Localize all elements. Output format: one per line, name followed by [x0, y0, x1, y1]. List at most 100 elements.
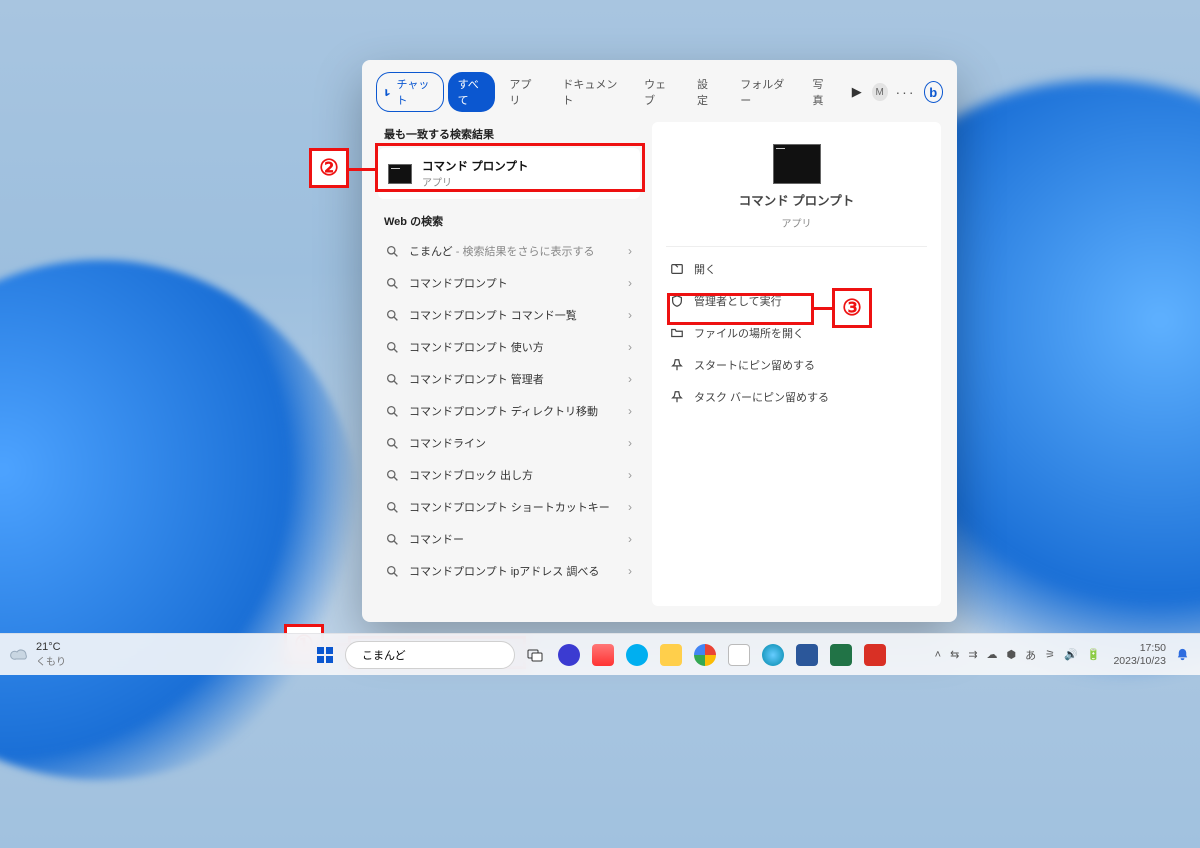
- action-run-as-admin[interactable]: 管理者として実行: [666, 287, 927, 315]
- system-tray: ˄ ⇆ ⇉ ☁ ⬢ あ ⚞ 🔊 🔋 17:50 2023/10/23: [935, 642, 1190, 666]
- tab-web[interactable]: ウェブ: [634, 72, 683, 112]
- web-result[interactable]: コマンドプロンプト›: [378, 267, 640, 299]
- web-result[interactable]: こまんど - 検索結果をさらに表示する›: [378, 235, 640, 267]
- search-icon: [386, 277, 399, 290]
- search-icon: [386, 405, 399, 418]
- action-open[interactable]: 開く: [666, 255, 927, 283]
- taskbar-search[interactable]: [345, 641, 515, 669]
- action-pin-taskbar[interactable]: タスク バーにピン留めする: [666, 383, 927, 411]
- excel-icon: [830, 644, 852, 666]
- tray-volume-icon[interactable]: 🔊: [1064, 648, 1078, 661]
- web-result[interactable]: コマンドライン›: [378, 427, 640, 459]
- taskbar-app[interactable]: [691, 641, 719, 669]
- acrobat-icon: [864, 644, 886, 666]
- command-prompt-icon: [388, 164, 412, 184]
- best-match-result[interactable]: コマンド プロンプト アプリ: [378, 148, 640, 199]
- cloud-icon: [10, 645, 30, 665]
- tray-wifi-icon[interactable]: ⚞: [1045, 648, 1055, 661]
- taskbar-app[interactable]: [589, 641, 617, 669]
- tray-chevron-up-icon[interactable]: ˄: [935, 649, 941, 661]
- search-icon: [386, 341, 399, 354]
- account-avatar[interactable]: M: [872, 83, 888, 101]
- bing-icon[interactable]: b: [924, 81, 944, 103]
- taskbar-app[interactable]: [759, 641, 787, 669]
- chevron-right-icon: ›: [628, 500, 632, 514]
- web-result[interactable]: コマンドプロンプト 管理者 ›: [378, 363, 640, 395]
- tray-onedrive-icon[interactable]: ☁: [987, 648, 998, 661]
- tray-icon[interactable]: ⇆: [950, 648, 959, 661]
- search-icon: [386, 373, 399, 386]
- taskbar-weather[interactable]: 21°C くもり: [10, 641, 66, 668]
- taskbar-app[interactable]: [861, 641, 889, 669]
- taskbar-app[interactable]: [623, 641, 651, 669]
- chevron-right-icon: ›: [628, 564, 632, 578]
- web-result[interactable]: コマンドプロンプト ディレクトリ移動›: [378, 395, 640, 427]
- tab-apps[interactable]: アプリ: [499, 72, 548, 112]
- action-open-location[interactable]: ファイルの場所を開く: [666, 319, 927, 347]
- search-icon: [386, 565, 399, 578]
- tab-documents[interactable]: ドキュメント: [552, 72, 630, 112]
- search-icon: [386, 469, 399, 482]
- tab-folders[interactable]: フォルダー: [730, 72, 798, 112]
- tray-icon[interactable]: ⇉: [968, 648, 977, 661]
- explorer-icon: [660, 644, 682, 666]
- start-button[interactable]: [311, 641, 339, 669]
- windows-icon: [316, 646, 334, 664]
- tab-photos[interactable]: 写真: [802, 72, 841, 112]
- taskbar: 21°C くもり ˄ ⇆ ⇉ ☁ ⬢ あ ⚞ 🔊 🔋 17:: [0, 633, 1200, 675]
- web-result-term: コマンドプロンプト: [409, 275, 508, 291]
- web-result-term: コマンドプロンプト ショートカットキー: [409, 499, 610, 515]
- search-icon: [386, 501, 399, 514]
- app-icon: [592, 644, 614, 666]
- web-result-term: コマンドブロック 出し方: [409, 467, 533, 483]
- tabs-overflow[interactable]: ···: [892, 84, 920, 100]
- web-result[interactable]: コマンドプロンプト 使い方›: [378, 331, 640, 363]
- taskbar-app[interactable]: [827, 641, 855, 669]
- open-icon: [670, 262, 684, 276]
- tab-settings[interactable]: 設定: [687, 72, 726, 112]
- web-result-term: コマンドプロンプト 管理者: [409, 371, 544, 387]
- chevron-right-icon: ›: [628, 372, 632, 386]
- taskbar-search-input[interactable]: [362, 649, 504, 661]
- taskbar-app[interactable]: [725, 641, 753, 669]
- tray-battery-icon[interactable]: 🔋: [1087, 648, 1101, 661]
- web-result[interactable]: コマンドブロック 出し方›: [378, 459, 640, 491]
- web-result[interactable]: コマンドプロンプト ipアドレス 調べる›: [378, 555, 640, 587]
- taskbar-clock[interactable]: 17:50 2023/10/23: [1113, 642, 1166, 666]
- web-result[interactable]: コマンドプロンプト ショートカットキー ›: [378, 491, 640, 523]
- search-icon: [386, 533, 399, 546]
- chevron-right-icon: ›: [628, 244, 632, 258]
- taskbar-app[interactable]: [657, 641, 685, 669]
- web-result[interactable]: コマンドプロンプト コマンド一覧›: [378, 299, 640, 331]
- tabs-more[interactable]: ▶: [846, 84, 868, 100]
- taskbar-app[interactable]: [555, 641, 583, 669]
- taskbar-app[interactable]: [793, 641, 821, 669]
- search-icon: [386, 245, 399, 258]
- action-label: スタートにピン留めする: [694, 357, 815, 373]
- web-result-term: コマンドプロンプト 使い方: [409, 339, 544, 355]
- web-result[interactable]: コマンドー›: [378, 523, 640, 555]
- preview-title: コマンド プロンプト: [739, 190, 855, 209]
- task-view-button[interactable]: [521, 641, 549, 669]
- tray-icon[interactable]: ⬢: [1007, 648, 1017, 661]
- notification-bell-icon[interactable]: [1175, 647, 1190, 662]
- web-results-list: こまんど - 検索結果をさらに表示する› コマンドプロンプト› コマンドプロンプ…: [378, 235, 640, 587]
- action-pin-start[interactable]: スタートにピン留めする: [666, 351, 927, 379]
- best-match-title: コマンド プロンプト: [422, 158, 528, 174]
- section-web-search: Web の検索: [384, 213, 640, 229]
- weather-temp: 21°C: [36, 641, 66, 653]
- skype-icon: [626, 644, 648, 666]
- web-result-term: コマンドライン: [409, 435, 486, 451]
- tab-all[interactable]: すべて: [448, 72, 496, 112]
- annotation-badge-2: ②: [309, 148, 349, 188]
- preview-pane: コマンド プロンプト アプリ 開く 管理者として実行 ファイルの場所を開く: [652, 122, 941, 606]
- clock-date: 2023/10/23: [1113, 655, 1166, 667]
- chevron-right-icon: ›: [628, 404, 632, 418]
- shield-icon: [670, 294, 684, 308]
- task-view-icon: [526, 646, 544, 664]
- web-result-term: コマンドプロンプト コマンド一覧: [409, 307, 577, 323]
- web-result-term: こまんど: [409, 246, 453, 258]
- ime-indicator[interactable]: あ: [1025, 647, 1036, 663]
- word-icon: [796, 644, 818, 666]
- tab-chat[interactable]: チャット: [376, 72, 444, 112]
